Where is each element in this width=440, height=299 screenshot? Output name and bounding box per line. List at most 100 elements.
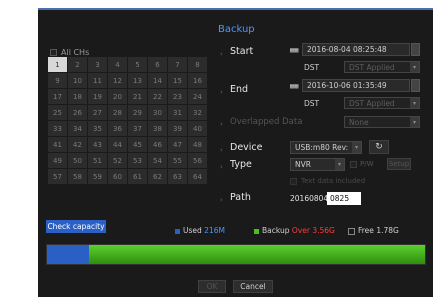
channel-cell[interactable]: 10 [68,73,87,88]
channel-cell[interactable]: 32 [188,105,207,120]
channel-cell[interactable]: 31 [168,105,187,120]
channel-cell[interactable]: 37 [128,121,147,136]
channel-cell[interactable]: 43 [88,137,107,152]
free-value: 1.78G [376,226,399,235]
channel-cell[interactable]: 13 [128,73,147,88]
used-value: 216M [204,226,225,235]
channel-cell[interactable]: 20 [108,89,127,104]
channel-cell[interactable]: 24 [188,89,207,104]
end-datetime-field[interactable]: 2016-10-06 01:35:49 [302,79,410,92]
device-label: Device [230,142,263,153]
channel-cell[interactable]: 18 [68,89,87,104]
channel-cell[interactable]: 49 [48,153,67,168]
channel-cell[interactable]: 60 [108,169,127,184]
channel-cell[interactable]: 1 [48,57,67,72]
channel-cell[interactable]: 30 [148,105,167,120]
text-data-option[interactable]: Text data included [290,177,365,185]
channel-cell[interactable]: 29 [128,105,147,120]
channel-cell[interactable]: 28 [108,105,127,120]
end-arrow-icon: › [220,88,223,96]
calendar-icon[interactable]: ▦▦ [290,46,298,54]
setup-button[interactable]: Setup [387,158,411,170]
start-datetime-field[interactable]: 2016-08-04 08:25:48 [302,43,410,56]
channel-cell[interactable]: 53 [128,153,147,168]
start-spinner[interactable] [411,43,420,56]
device-dropdown[interactable]: USB:m80 Rev: ▾ [290,141,362,154]
channel-cell[interactable]: 56 [188,153,207,168]
type-arrow-icon: › [220,163,223,171]
channel-cell[interactable]: 46 [148,137,167,152]
channel-cell[interactable]: 34 [68,121,87,136]
channel-cell[interactable]: 4 [108,57,127,72]
capacity-bar [46,244,426,265]
pw-checkbox[interactable] [350,160,357,168]
channel-cell[interactable]: 44 [108,137,127,152]
channel-cell[interactable]: 7 [168,57,187,72]
channel-cell[interactable]: 62 [148,169,167,184]
used-swatch [175,228,180,234]
ok-button[interactable]: OK [198,280,226,293]
channel-cell[interactable]: 39 [168,121,187,136]
channel-cell[interactable]: 25 [48,105,67,120]
channel-cell[interactable]: 26 [68,105,87,120]
channel-cell[interactable]: 57 [48,169,67,184]
channel-cell[interactable]: 8 [188,57,207,72]
legend-backup: Backup Over 3.56G [254,226,335,235]
channel-cell[interactable]: 21 [128,89,147,104]
calendar-icon[interactable]: ▦▦ [290,82,298,90]
channel-cell[interactable]: 64 [188,169,207,184]
channel-cell[interactable]: 6 [148,57,167,72]
channel-cell[interactable]: 50 [68,153,87,168]
start-dst-dropdown[interactable]: DST Applied ▾ [344,61,420,73]
end-dst-dropdown[interactable]: DST Applied ▾ [344,97,420,109]
channel-cell[interactable]: 5 [128,57,147,72]
channel-cell[interactable]: 11 [88,73,107,88]
overlapped-dropdown[interactable]: None ▾ [344,116,420,128]
channel-cell[interactable]: 48 [188,137,207,152]
channel-cell[interactable]: 15 [168,73,187,88]
channel-cell[interactable]: 55 [168,153,187,168]
channel-cell[interactable]: 61 [128,169,147,184]
channel-cell[interactable]: 36 [108,121,127,136]
type-label: Type [230,159,252,170]
channel-cell[interactable]: 51 [88,153,107,168]
channel-cell[interactable]: 19 [88,89,107,104]
channel-cell[interactable]: 38 [148,121,167,136]
channel-cell[interactable]: 42 [68,137,87,152]
channel-cell[interactable]: 9 [48,73,67,88]
channel-cell[interactable]: 63 [168,169,187,184]
channel-cell[interactable]: 47 [168,137,187,152]
channel-cell[interactable]: 27 [88,105,107,120]
channel-cell[interactable]: 14 [148,73,167,88]
start-label: Start [230,46,254,57]
channel-cell[interactable]: 23 [168,89,187,104]
text-data-checkbox[interactable] [290,177,297,185]
channel-cell[interactable]: 58 [68,169,87,184]
pw-option[interactable]: P/W [350,160,374,168]
all-channels-row[interactable]: All CHs [50,48,89,57]
check-capacity-button[interactable]: Check capacity [46,220,106,233]
channel-cell[interactable]: 12 [108,73,127,88]
cancel-button[interactable]: Cancel [233,280,273,293]
capacity-backup-segment [88,245,425,264]
path-input[interactable]: 0825 [327,192,361,205]
type-dropdown[interactable]: NVR ▾ [290,158,345,171]
channel-cell[interactable]: 33 [48,121,67,136]
channel-cell[interactable]: 59 [88,169,107,184]
all-channels-checkbox[interactable] [50,49,57,56]
channel-cell[interactable]: 16 [188,73,207,88]
channel-cell[interactable]: 40 [188,121,207,136]
refresh-icon[interactable]: ↻ [369,140,389,154]
channel-cell[interactable]: 35 [88,121,107,136]
channel-cell[interactable]: 52 [108,153,127,168]
channel-cell[interactable]: 3 [88,57,107,72]
channel-cell[interactable]: 54 [148,153,167,168]
channel-cell[interactable]: 2 [68,57,87,72]
channel-cell[interactable]: 41 [48,137,67,152]
channel-cell[interactable]: 17 [48,89,67,104]
end-spinner[interactable] [411,79,420,92]
channel-cell[interactable]: 45 [128,137,147,152]
channel-cell[interactable]: 22 [148,89,167,104]
backup-value: Over 3.56G [291,226,335,235]
device-arrow-icon: › [220,146,223,154]
